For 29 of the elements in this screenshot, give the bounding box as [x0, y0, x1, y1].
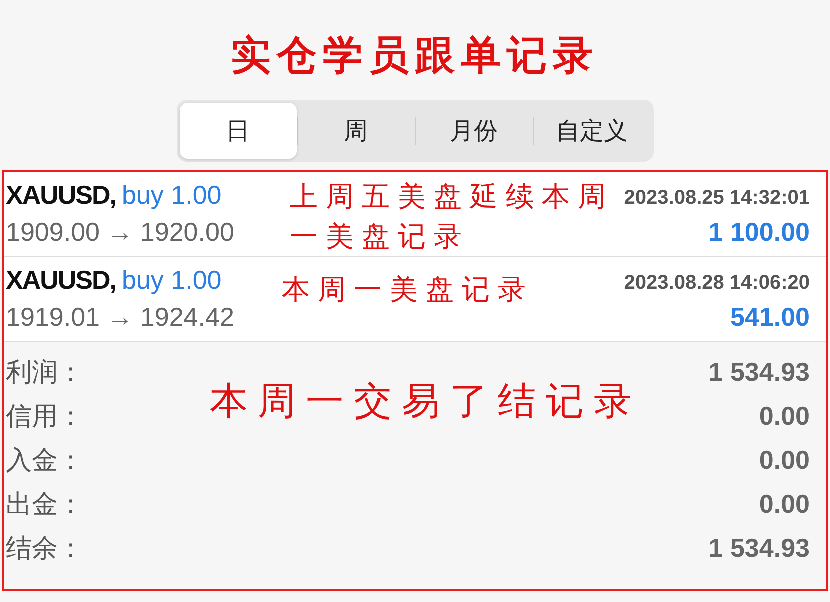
summary-label: 结余： [6, 532, 84, 564]
summary-label: 出金： [6, 488, 84, 520]
trade-row[interactable]: XAUUSD, buy 1.00 2023.08.25 14:32:01 1909.00 → 1920.00 1 100.00 上周五美盘延续本周一美盘记录 [4, 172, 826, 257]
summary-value: 1 534.93 [708, 356, 810, 388]
summary-value: 0.00 [759, 400, 810, 432]
summary-label: 信用： [6, 400, 84, 432]
trade-side: buy 1.00 [122, 180, 222, 210]
trade-time: 2023.08.28 14:06:20 [624, 272, 810, 295]
annotation-text: 本周一交易了结记录 [210, 382, 642, 422]
summary-value: 1 534.93 [708, 532, 810, 564]
trade-symbol: XAUUSD, [6, 265, 116, 295]
trade-symbol: XAUUSD, [6, 180, 116, 210]
trade-profit: 541.00 [730, 302, 810, 333]
summary-label: 入金： [6, 444, 84, 476]
summary-value: 0.00 [759, 488, 810, 520]
trade-time: 2023.08.25 14:32:01 [624, 187, 810, 210]
period-tab[interactable]: 月份 [416, 103, 532, 159]
trade-profit: 1 100.00 [708, 217, 810, 248]
period-tab[interactable]: 日 [180, 103, 296, 159]
trade-row[interactable]: XAUUSD, buy 1.00 2023.08.28 14:06:20 1919.01 → 1924.42 541.00 本周一美盘记录 [4, 257, 826, 342]
annotation-title: 实仓学员跟单记录 [230, 32, 600, 80]
period-tab[interactable]: 周 [298, 103, 414, 159]
trade-prices: 1909.00 → 1920.00 [6, 217, 234, 248]
summary-label: 利润： [6, 356, 84, 388]
period-tab[interactable]: 自定义 [534, 103, 650, 159]
trade-prices: 1919.01 → 1924.42 [6, 302, 234, 333]
trade-side: buy 1.00 [122, 265, 222, 295]
annotation-text: 本周一美盘记录 [282, 274, 534, 308]
summary-value: 0.00 [759, 444, 810, 476]
